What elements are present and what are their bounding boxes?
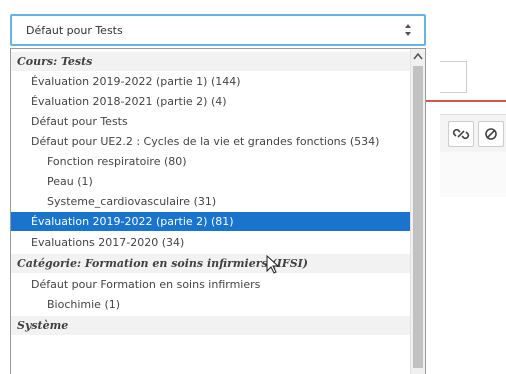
list-item[interactable]: Fonction respiratoire (80) xyxy=(11,152,425,171)
up-down-arrow-icon xyxy=(405,24,411,36)
background-accent-line xyxy=(426,100,506,102)
category-select[interactable]: Défaut pour Tests xyxy=(10,14,426,46)
optgroup-label: Système xyxy=(11,316,418,335)
list-item[interactable]: Défaut pour Formation en soins infirmier… xyxy=(11,275,425,294)
list-item[interactable]: Evaluations 2017-2020 (34) xyxy=(11,233,425,252)
list-item[interactable]: Peau (1) xyxy=(11,172,425,191)
list-item[interactable]: Systeme_cardiovasculaire (31) xyxy=(11,192,425,211)
page: Défaut pour Tests Cours: Tests Évaluatio… xyxy=(0,0,506,374)
list-item[interactable]: Évaluation 2019-2022 (partie 1) (144) xyxy=(11,72,425,91)
select-current-value: Défaut pour Tests xyxy=(26,24,123,37)
background-text-input[interactable] xyxy=(440,61,467,93)
link-icon[interactable] xyxy=(448,121,474,147)
optgroup-label: Cours: Tests xyxy=(11,52,418,71)
dropdown-scrollbar[interactable] xyxy=(410,49,425,374)
scroll-up-arrow-icon[interactable] xyxy=(411,49,425,64)
background-editor-area xyxy=(440,152,506,197)
select-dropdown-list[interactable]: Cours: Tests Évaluation 2019-2022 (parti… xyxy=(10,48,426,374)
list-item[interactable]: Défaut pour UE2.2 : Cycles de la vie et … xyxy=(11,132,425,151)
list-item[interactable]: Défaut pour Tests xyxy=(11,112,425,131)
unlink-icon[interactable] xyxy=(478,121,504,147)
list-item[interactable]: Évaluation 2018-2021 (partie 2) (4) xyxy=(11,92,425,111)
optgroup-label: Catégorie: Formation en soins infirmiers… xyxy=(11,254,418,273)
mouse-cursor-icon xyxy=(266,255,280,274)
list-item-selected[interactable]: Évaluation 2019-2022 (partie 2) (81) xyxy=(11,212,425,231)
scrollbar-thumb[interactable] xyxy=(413,66,423,368)
background-editor-toolbar xyxy=(440,114,506,153)
list-item[interactable]: Biochimie (1) xyxy=(11,295,425,314)
